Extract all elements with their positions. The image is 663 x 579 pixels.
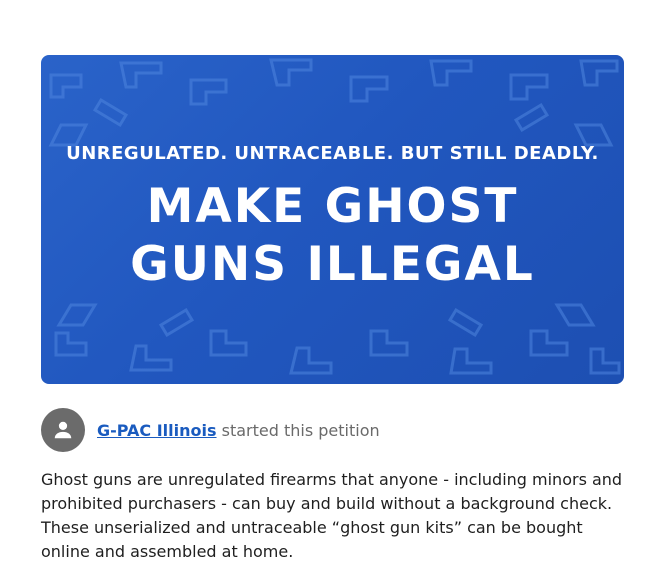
starter-name-link[interactable]: G-PAC Illinois — [97, 421, 217, 440]
banner-headline-line1: MAKE GHOST — [146, 179, 519, 234]
banner-headline-line2: GUNS ILLEGAL — [130, 237, 535, 292]
person-icon — [54, 421, 72, 439]
avatar[interactable] — [41, 408, 85, 452]
petition-description: Ghost guns are unregulated firearms that… — [41, 470, 623, 561]
petition-banner-image: UNREGULATED. UNTRACEABLE. BUT STILL DEAD… — [41, 55, 624, 384]
banner-tagline: UNREGULATED. UNTRACEABLE. BUT STILL DEAD… — [66, 143, 599, 164]
starter-suffix: started this petition — [221, 420, 380, 440]
starter-text: G-PAC Illinois started this petition — [97, 421, 380, 440]
petition-starter: G-PAC Illinois started this petition — [41, 408, 380, 452]
